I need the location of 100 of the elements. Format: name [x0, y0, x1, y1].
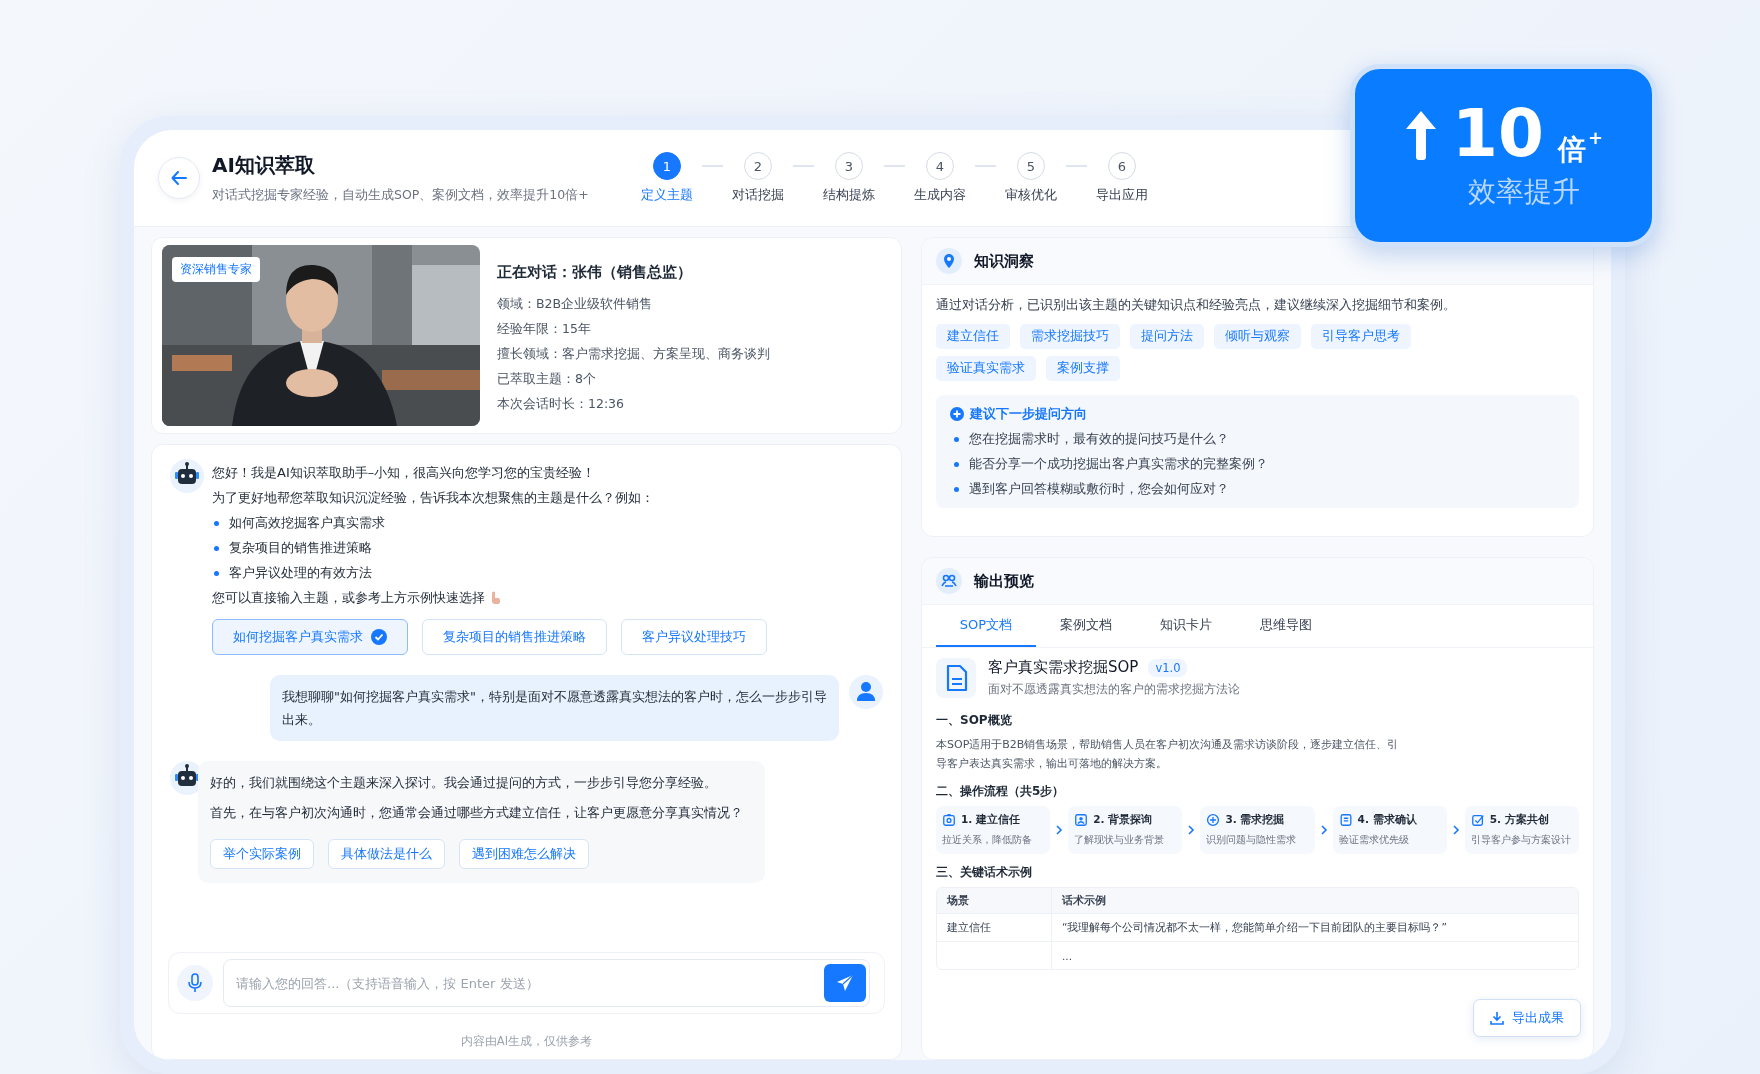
- check-icon: [371, 629, 387, 645]
- badge-unit: 倍: [1557, 132, 1586, 167]
- badge-caption: 效率提升: [1467, 173, 1580, 210]
- profile-detail: 擅长领域：客户需求挖掘、方案呈现、商务谈判: [497, 346, 770, 363]
- output-tab[interactable]: 思维导图: [1236, 605, 1336, 647]
- step-description: 引导客户参与方案设计: [1470, 833, 1572, 847]
- pointing-hand-icon: [489, 591, 501, 605]
- step-tab[interactable]: 6 导出应用: [1087, 152, 1157, 204]
- location-pin-icon: [936, 248, 962, 274]
- column-header: 场景: [937, 888, 1052, 913]
- card-title: 知识洞察: [974, 251, 1034, 271]
- suggestion-title: 建议下一步提问方向: [970, 405, 1087, 423]
- topic-option[interactable]: 具体做法是什么: [328, 839, 445, 869]
- bullet-dot: [214, 570, 219, 576]
- plus-icon: [950, 407, 964, 421]
- topic-option[interactable]: 举个实际案例: [210, 839, 314, 869]
- message-text: 您好！我是AI知识萃取助手–小知，很高兴向您学习您的宝贵经验！: [212, 465, 597, 481]
- expert-tag: 资深销售专家: [172, 257, 260, 282]
- profile-detail: 已萃取主题：8个: [497, 371, 597, 388]
- reply-input-field[interactable]: 请输入您的回答...（支持语音输入，按 Enter 发送）: [223, 959, 870, 1007]
- send-button[interactable]: [824, 964, 866, 1002]
- card-title: 输出预览: [974, 571, 1034, 591]
- chevron-icon: [1450, 824, 1461, 836]
- step-title: 2. 背景探询: [1093, 813, 1153, 827]
- table-cell: 建立信任: [937, 914, 1052, 941]
- message-text: 好的，我们就围绕这个主题来深入探讨。我会通过提问的方式，一步步引导您分享经验。: [210, 775, 718, 791]
- step-title: 1. 建立信任: [961, 813, 1020, 827]
- step-tab[interactable]: 1 定义主题: [632, 152, 702, 204]
- message-text: 为了更好地帮您萃取知识沉淀经验，告诉我本次想聚焦的主题是什么？例如：: [212, 490, 655, 506]
- topic-option[interactable]: 复杂项目的销售推进策略: [422, 619, 607, 655]
- section-heading: 一、SOP概览: [936, 712, 1013, 729]
- message-bullet: 复杂项目的销售推进策略: [229, 540, 372, 556]
- section-heading: 二、操作流程（共5步）: [936, 783, 1066, 800]
- topic-option[interactable]: 遇到困难怎么解决: [459, 839, 589, 869]
- bullet-dot: [214, 520, 219, 526]
- microphone-button[interactable]: [177, 965, 213, 1001]
- chevron-icon: [1186, 824, 1197, 836]
- suggested-question: 您在挖掘需求时，最有效的提问技巧是什么？: [969, 431, 1229, 448]
- robot-icon: [170, 459, 204, 493]
- output-tab[interactable]: 案例文档: [1036, 605, 1136, 647]
- output-tab[interactable]: SOP文档: [936, 605, 1036, 647]
- step-title: 3. 需求挖掘: [1225, 813, 1285, 827]
- user-message: 我想聊聊"如何挖掘客户真实需求"，特别是面对不愿意透露真实想法的客户时，怎么一步步引导出来。: [270, 675, 839, 741]
- message-text: 您可以直接输入主题，或参考上方示例快速选择: [212, 590, 485, 606]
- table-cell-text: “我理解每个公司情况都不太一样，您能简单介绍一下目前团队的主要目标吗？”: [1061, 919, 1448, 935]
- table-cell-text: ...: [1061, 948, 1073, 964]
- step-tab[interactable]: 3 结构提炼: [814, 152, 884, 204]
- profile-title: 正在对话：张伟（销售总监）: [497, 263, 693, 282]
- keyword-tag: 案例支撑: [1046, 356, 1120, 381]
- message-bullet: 客户异议处理的有效方法: [229, 565, 372, 581]
- topic-option[interactable]: 如何挖掘客户真实需求: [212, 619, 408, 655]
- output-tab[interactable]: 知识卡片: [1136, 605, 1236, 647]
- people-icon: [936, 568, 962, 594]
- message-bullet: 如何高效挖掘客户真实需求: [229, 515, 385, 531]
- back-button[interactable]: [158, 157, 200, 199]
- step-tab[interactable]: 5 审核优化: [996, 152, 1066, 204]
- badge-number: 10: [1452, 100, 1544, 167]
- message-text: 首先，在与客户初次沟通时，您通常会通过哪些方式建立信任，让客户更愿意分享真实情况？: [210, 805, 743, 821]
- page-subtitle: 对话式挖掘专家经验，自动生成SOP、案例文档，效率提升10倍+: [212, 187, 590, 204]
- page-title: AI知识萃取: [212, 152, 316, 179]
- keyword-tag: 倾听与观察: [1214, 324, 1301, 349]
- step-tab[interactable]: 2 对话挖掘: [723, 152, 793, 204]
- insight-description: 通过对话分析，已识别出该主题的关键知识点和经验亮点，建议继续深入挖掘细节和案例。: [936, 297, 1457, 314]
- download-icon: [1490, 1011, 1504, 1025]
- topic-option[interactable]: 客户异议处理技巧: [621, 619, 767, 655]
- keyword-tag: 建立信任: [936, 324, 1010, 349]
- keyword-tag: 引导客户思考: [1311, 324, 1411, 349]
- send-icon: [835, 973, 855, 993]
- step-description: 验证需求优先级: [1338, 833, 1410, 847]
- step-title: 4. 需求确认: [1357, 813, 1417, 827]
- chevron-icon: [1054, 824, 1065, 836]
- document-title: 客户真实需求挖掘SOP: [988, 658, 1139, 677]
- profile-detail: 领域：B2B企业级软件销售: [497, 296, 654, 313]
- step-title: 5. 方案共创: [1489, 813, 1549, 827]
- bullet-dot: [954, 487, 959, 492]
- export-button[interactable]: 导出成果: [1473, 999, 1581, 1037]
- chevron-icon: [1318, 824, 1329, 836]
- keyword-tag: 提问方法: [1130, 324, 1204, 349]
- badge-plus: +: [1587, 125, 1603, 150]
- step-tab[interactable]: 4 生成内容: [905, 152, 975, 204]
- document-icon: [936, 658, 976, 698]
- bullet-dot: [214, 545, 219, 551]
- section-heading: 三、关键话术示例: [936, 864, 1033, 881]
- back-arrow-icon: [170, 169, 188, 187]
- step-description: 拉近关系，降低防备: [942, 833, 1033, 847]
- microphone-icon: [187, 973, 203, 993]
- keyword-tag: 验证真实需求: [936, 356, 1036, 381]
- keyword-tag: 需求挖掘技巧: [1020, 324, 1120, 349]
- version-tag: v1.0: [1148, 658, 1188, 677]
- column-header: 话术示例: [1061, 892, 1107, 908]
- overview-text: 本SOP适用于B2B销售场景，帮助销售人员在客户初次沟通及需求访谈阶段，逐步建立信任、引导客户表达真实需求，输出可落地的解决方案。: [936, 737, 1400, 772]
- bullet-dot: [954, 437, 959, 442]
- disclaimer-note: 内容由AI生成，仅供参考: [460, 1034, 593, 1049]
- document-subtitle: 面对不愿透露真实想法的客户的需求挖掘方法论: [988, 681, 1240, 698]
- step-description: 识别问题与隐性需求: [1206, 833, 1298, 847]
- step-description: 了解现状与业务背景: [1074, 833, 1166, 847]
- suggested-question: 遇到客户回答模糊或敷衍时，您会如何应对？: [969, 481, 1229, 498]
- suggested-question: 能否分享一个成功挖掘出客户真实需求的完整案例？: [969, 456, 1268, 473]
- user-avatar-icon: [849, 675, 883, 709]
- profile-detail: 经验年限：15年: [497, 321, 592, 338]
